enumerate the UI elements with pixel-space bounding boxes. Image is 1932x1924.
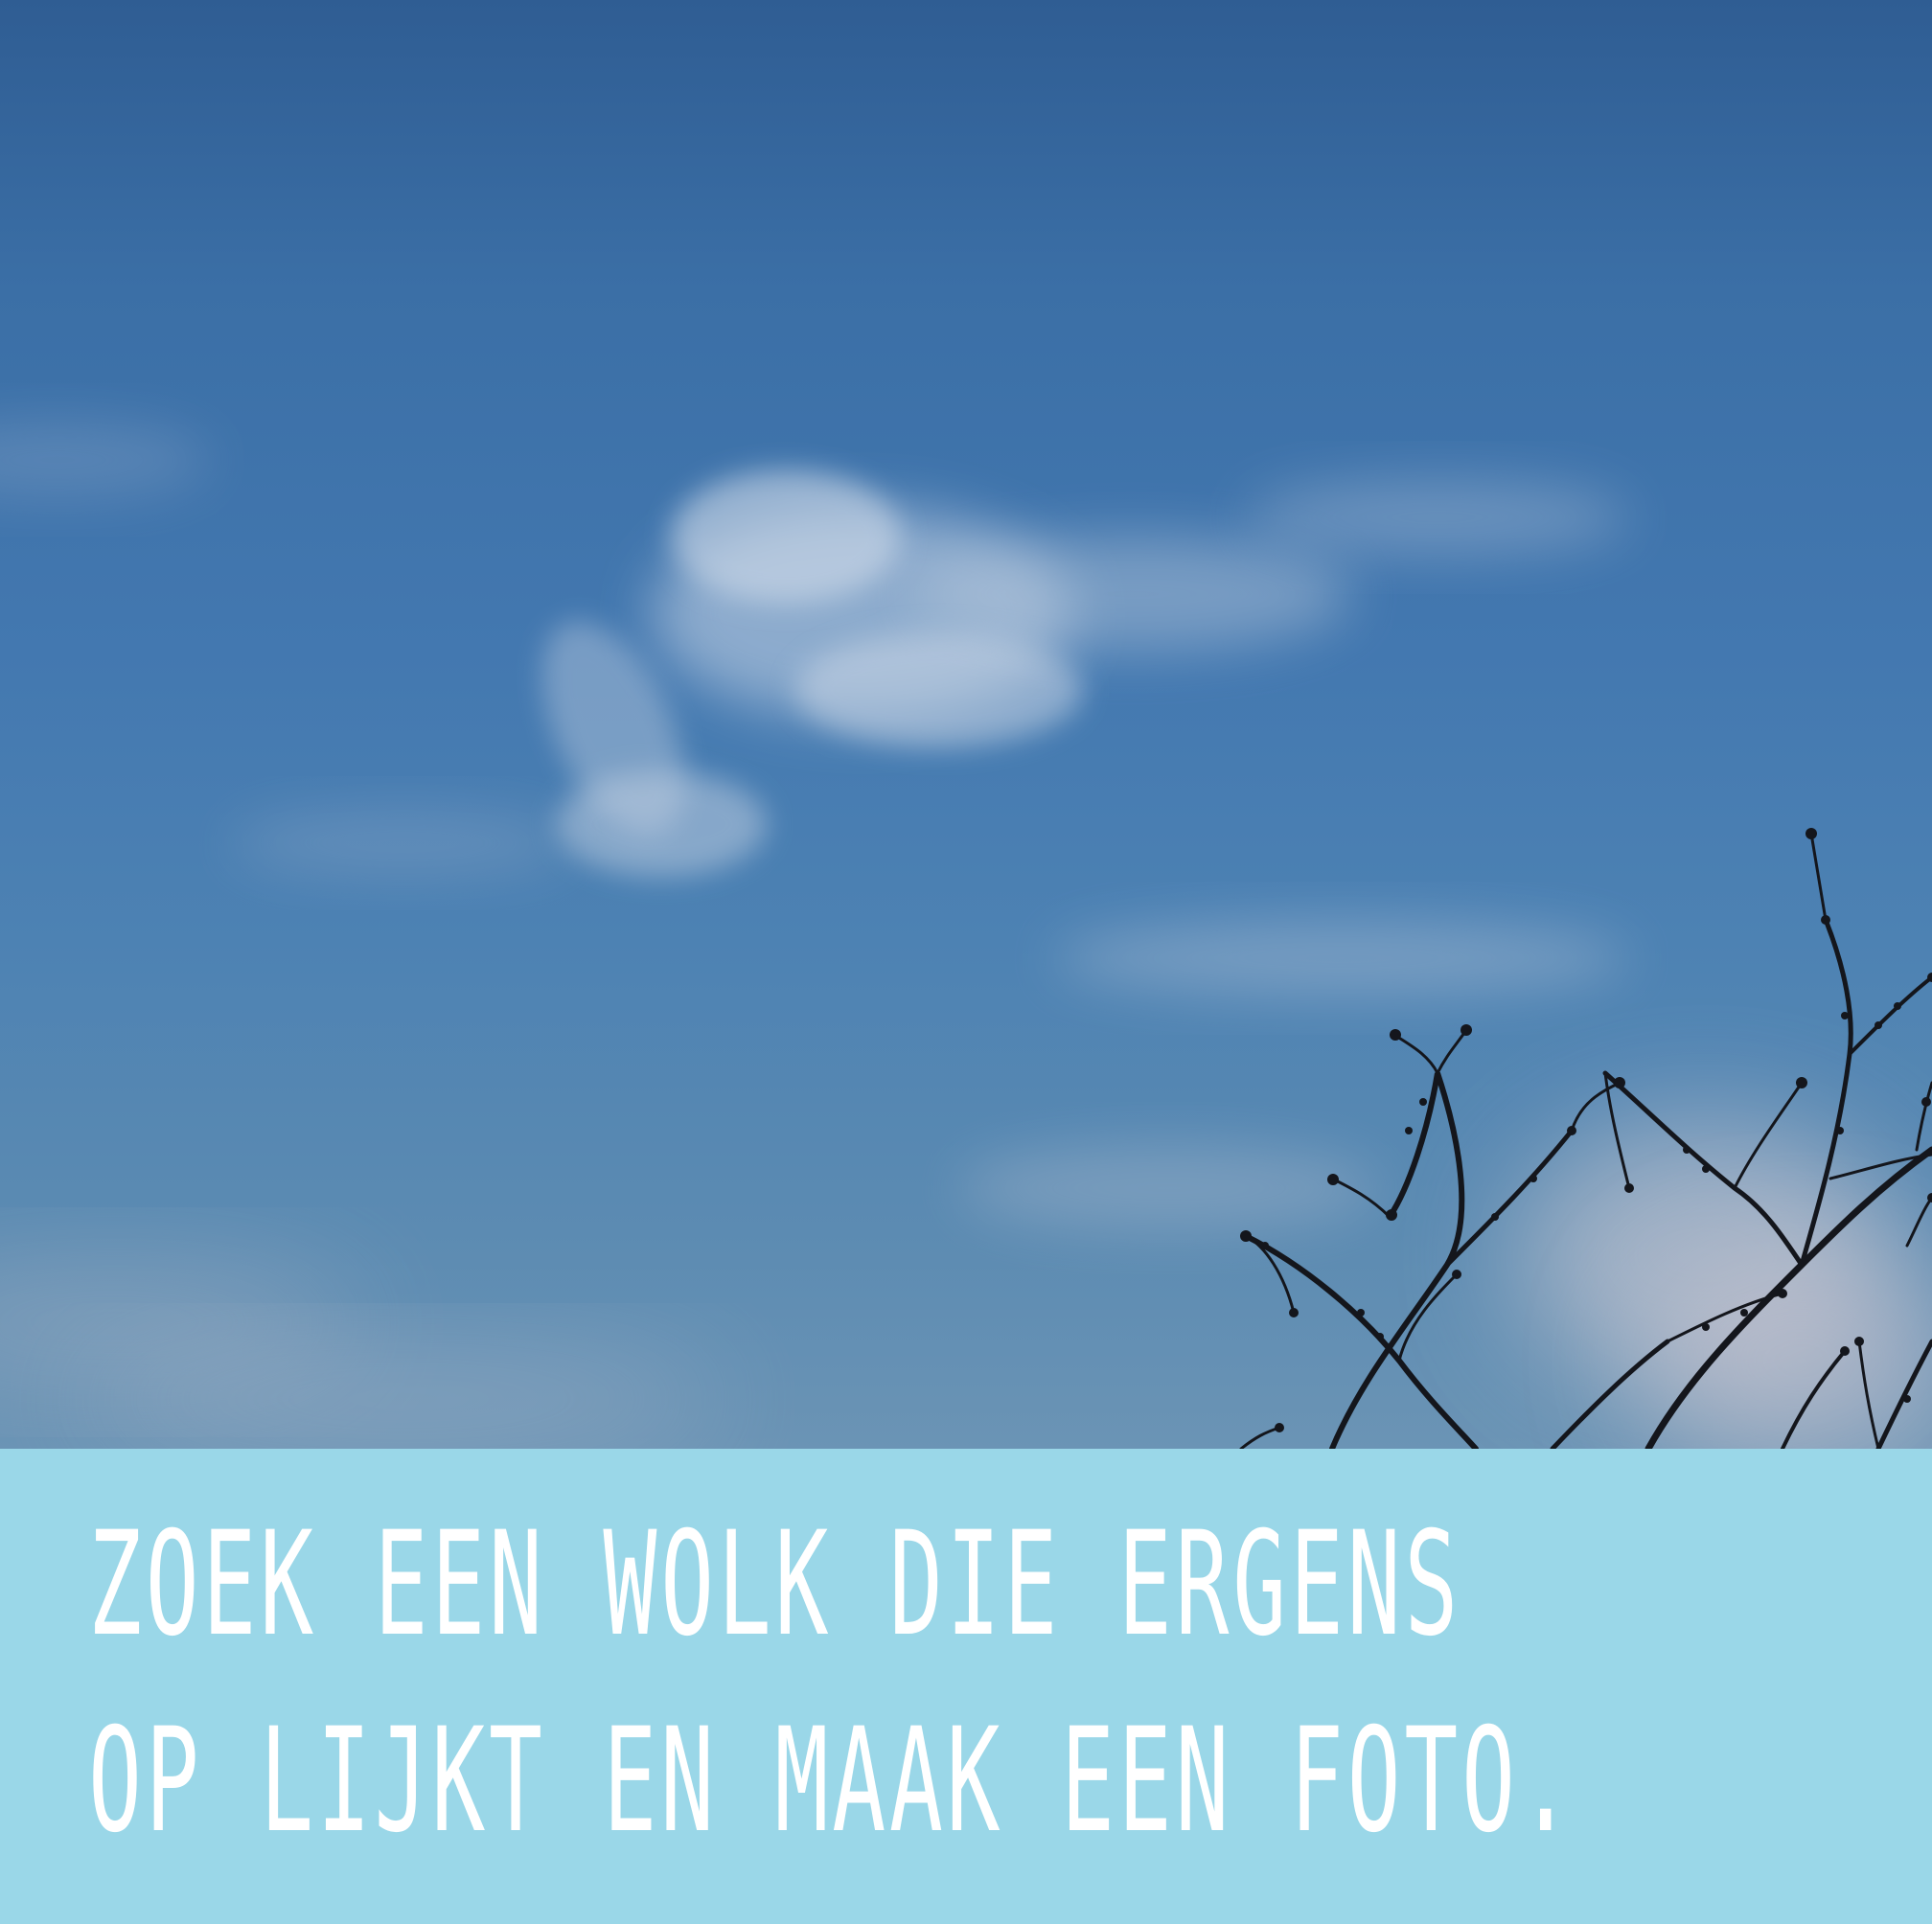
sky-scene-graphic (0, 422, 1932, 1449)
cloud-wisps (0, 422, 1932, 1449)
sky-photo (0, 0, 1932, 1449)
caption-text: ZOEK EEN WOLK DIE ERGENS OP LIJKT EN MAA… (88, 1487, 1576, 1880)
caption-line-2: OP LIJKT EN MAAK EEN FOTO. (88, 1698, 1576, 1865)
caption-banner: ZOEK EEN WOLK DIE ERGENS OP LIJKT EN MAA… (0, 1449, 1932, 1924)
caption-line-1: ZOEK EEN WOLK DIE ERGENS (88, 1501, 1462, 1668)
photo-card: ZOEK EEN WOLK DIE ERGENS OP LIJKT EN MAA… (0, 0, 1932, 1924)
